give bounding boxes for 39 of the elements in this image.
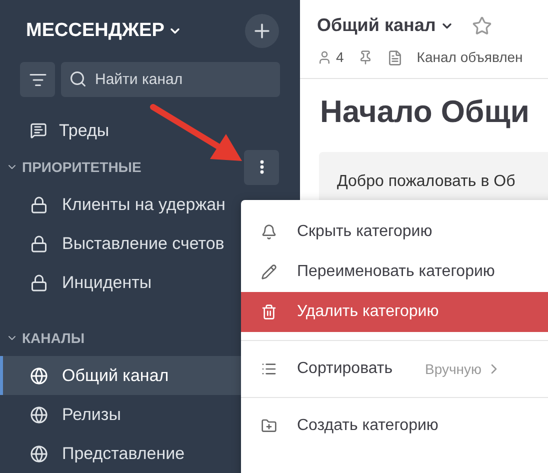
trash-icon [261, 304, 277, 320]
search-icon [69, 70, 87, 88]
menu-item-label: Удалить категорию [297, 302, 439, 322]
globe-icon [30, 406, 48, 424]
pencil-icon [261, 264, 277, 280]
folder-plus-icon [261, 418, 277, 434]
list-icon [261, 361, 277, 377]
channel-title-button[interactable]: Общий канал [317, 12, 454, 39]
menu-item[interactable]: Переименовать категорию [241, 252, 548, 292]
pin-icon[interactable] [358, 50, 373, 65]
member-icon [317, 50, 332, 65]
threads-icon [30, 122, 47, 139]
search-field[interactable]: Найти канал [61, 62, 280, 97]
menu-item-label: Сортировать [297, 359, 394, 379]
lock-icon [30, 234, 48, 252]
menu-item-label: Скрыть категорию [297, 222, 432, 242]
sort-value: Вручную [425, 360, 482, 379]
lock-icon [30, 196, 48, 214]
workspace-menu-button[interactable]: МЕССЕНДЖЕР [26, 16, 182, 46]
star-icon[interactable] [472, 16, 492, 36]
menu-item[interactable]: Удалить категорию [241, 292, 548, 332]
globe-icon [30, 366, 48, 384]
filter-button[interactable] [20, 62, 55, 97]
channel-heading: Начало Общи [319, 93, 530, 131]
category-header[interactable]: ПРИОРИТЕТНЫЕ [6, 156, 142, 178]
category-header[interactable]: КАНАЛЫ [6, 328, 85, 348]
lock-icon [30, 274, 48, 292]
add-button[interactable] [245, 14, 279, 48]
channel-description: Канал объявлен [416, 48, 523, 67]
globe-icon [30, 444, 48, 462]
more-icon [260, 160, 264, 174]
bell-icon [261, 224, 277, 240]
more-button[interactable] [244, 150, 279, 184]
members-count[interactable]: 4 [317, 47, 344, 68]
threads-item[interactable]: Треды [0, 112, 300, 149]
menu-item-label: Создать категорию [297, 416, 438, 436]
welcome-text: Добро пожаловать в Об [337, 172, 516, 192]
menu-item-label: Переименовать категорию [297, 262, 495, 282]
document-icon[interactable] [386, 50, 403, 66]
